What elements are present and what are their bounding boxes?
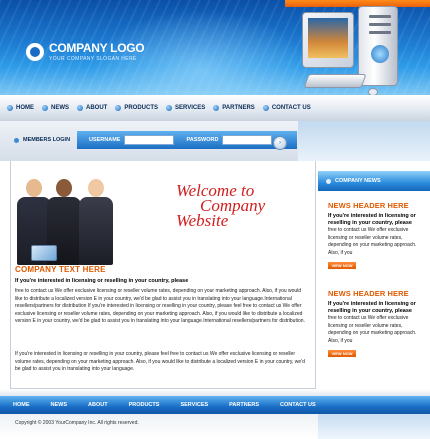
news-item: NEWS HEADER HERE If you're interested in…: [328, 289, 426, 357]
news-text: free to contact us We offer exclusive li…: [328, 227, 417, 256]
section-title: COMPANY TEXT HERE: [15, 265, 106, 274]
footer-nav-contact-us[interactable]: CONTACT US: [280, 402, 316, 408]
company-news-title: COMPANY NEWS: [335, 178, 381, 184]
section-subtitle: If you're interested in licensing or res…: [15, 278, 189, 284]
arrow-right-icon: ›: [279, 140, 281, 146]
footer-nav-partners[interactable]: PARTNERS: [229, 402, 259, 408]
main-nav: HOME NEWS ABOUT PRODUCTS SERVICES PARTNE…: [0, 95, 430, 121]
nav-bullet-icon: [213, 105, 220, 111]
nav-contact-us[interactable]: CONTACT US: [262, 105, 311, 111]
company-news-header: COMPANY NEWS: [318, 171, 430, 191]
nav-label: CONTACT US: [271, 105, 311, 111]
nav-label: NEWS: [51, 105, 69, 111]
footer-right-decoration: [318, 414, 430, 439]
password-label: PASSWORD: [186, 137, 219, 143]
news-item: NEWS HEADER HERE If you're interested in…: [328, 201, 426, 269]
footer-nav: HOME NEWS ABOUT PRODUCTS SERVICES PARTNE…: [0, 396, 430, 414]
news-lead: If you're interested in licensing or res…: [328, 301, 416, 314]
login-bar-right-decoration: [298, 121, 430, 161]
footer-nav-services[interactable]: SERVICES: [180, 402, 208, 408]
welcome-line: Website: [176, 211, 229, 230]
logo-ring-icon: [26, 42, 44, 61]
nav-bullet-icon: [42, 105, 48, 111]
members-login-title: MEMBERS LOGIN: [23, 137, 71, 143]
nav-label: PARTNERS: [222, 105, 255, 111]
main-content: Welcome to Company Website COMPANY TEXT …: [10, 161, 316, 389]
news-header: NEWS HEADER HERE: [328, 289, 409, 298]
business-people-photo: [17, 169, 117, 265]
monitor-image: [302, 12, 354, 68]
laptop-image: [31, 245, 57, 261]
nav-services[interactable]: SERVICES: [166, 105, 205, 111]
footer-nav-home[interactable]: HOME: [13, 402, 30, 408]
footer-nav-products[interactable]: PRODUCTS: [129, 402, 160, 408]
company-logo[interactable]: COMPANY LOGO YOUR COMPANY SLOGAN HERE: [26, 41, 145, 62]
footer-nav-about[interactable]: ABOUT: [88, 402, 108, 408]
username-label: USERNAME: [89, 137, 121, 143]
nav-products[interactable]: PRODUCTS: [115, 105, 158, 111]
nav-bullet-icon: [77, 105, 83, 111]
footer-divider: [0, 389, 430, 396]
nav-label: SERVICES: [175, 105, 206, 111]
logo-name: COMPANY LOGO: [49, 41, 145, 55]
news-text: free to contact us We offer exclusive li…: [328, 315, 417, 344]
footer-nav-news[interactable]: NEWS: [51, 402, 68, 408]
person-figure: [79, 179, 113, 265]
copyright-text: Copyright © 2003 YourCompany Inc. All ri…: [15, 420, 139, 426]
view-now-button[interactable]: VIEW NOW: [328, 262, 356, 269]
password-field[interactable]: [222, 135, 273, 145]
bullet-icon: [326, 178, 331, 184]
nav-label: PRODUCTS: [124, 105, 159, 111]
members-login-label: MEMBERS LOGIN: [0, 131, 76, 149]
news-lead: If you're interested in licensing or res…: [328, 213, 416, 226]
nav-bullet-icon: [115, 105, 122, 111]
view-now-button[interactable]: VIEW NOW: [328, 350, 356, 357]
news-sidebar: COMPANY NEWS NEWS HEADER HERE If you're …: [318, 161, 430, 389]
nav-label: HOME: [16, 105, 34, 111]
nav-label: ABOUT: [86, 105, 108, 111]
bullet-icon: [14, 137, 19, 143]
welcome-heading: Welcome to Company Website: [176, 182, 265, 230]
login-submit-button[interactable]: ›: [273, 136, 287, 150]
computer-illustration: [298, 6, 428, 104]
body-paragraph: If you're interested in licensing or res…: [15, 351, 305, 372]
nav-bullet-icon: [7, 105, 13, 111]
nav-about[interactable]: ABOUT: [77, 105, 107, 111]
login-form: USERNAME PASSWORD: [77, 131, 297, 149]
nav-bullet-icon: [166, 105, 173, 111]
keyboard-image: [303, 74, 367, 88]
nav-home[interactable]: HOME: [7, 105, 34, 111]
nav-bullet-icon: [262, 105, 269, 111]
logo-slogan: YOUR COMPANY SLOGAN HERE: [49, 56, 137, 62]
nav-news[interactable]: NEWS: [42, 105, 69, 111]
news-header: NEWS HEADER HERE: [328, 201, 409, 210]
username-field[interactable]: [124, 135, 175, 145]
nav-partners[interactable]: PARTNERS: [213, 105, 255, 111]
body-paragraph: free to contact us We offer exclusive li…: [15, 288, 305, 324]
